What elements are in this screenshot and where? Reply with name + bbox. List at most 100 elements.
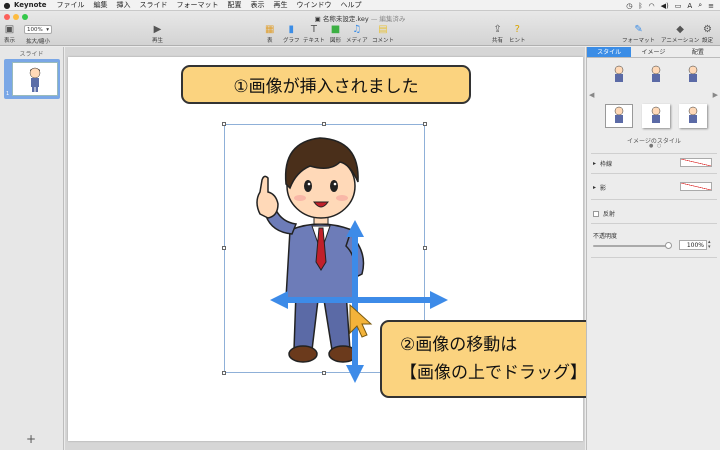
table-label: 表 <box>266 38 273 44</box>
resize-handle-top-left[interactable] <box>222 122 226 126</box>
image-style-1[interactable] <box>605 63 633 87</box>
menu-view[interactable]: 表示 <box>251 0 265 10</box>
share-icon: ⇪ <box>493 23 502 35</box>
view-label: 表示 <box>4 38 16 44</box>
battery-icon[interactable]: ▭ <box>675 2 682 10</box>
text-label: テキスト <box>303 38 325 44</box>
menu-edit[interactable]: 編集 <box>94 0 108 10</box>
input-method-icon[interactable]: A <box>687 2 692 10</box>
image-style-5[interactable] <box>641 104 670 128</box>
paintbrush-icon: ✎ <box>634 23 643 35</box>
menu-file[interactable]: ファイル <box>57 0 85 10</box>
animate-icon: ◆ <box>676 23 684 35</box>
shadow-row[interactable]: ▸ 影 <box>593 183 606 192</box>
time-machine-icon[interactable]: ◷ <box>626 2 632 10</box>
play-label: 再生 <box>152 38 164 44</box>
chart-icon: ▮ <box>288 23 295 35</box>
notification-icon[interactable]: ≡ <box>708 2 714 10</box>
zoom-value: 100% <box>27 26 43 33</box>
opacity-slider[interactable] <box>593 242 672 249</box>
menu-insert[interactable]: 挿入 <box>117 0 131 10</box>
resize-handle-bottom-left[interactable] <box>222 371 226 375</box>
media-icon: ♫ <box>352 23 362 35</box>
opacity-row: 不透明度 <box>593 231 617 240</box>
media-label: メディア <box>346 38 368 44</box>
divider <box>591 153 717 154</box>
spotlight-icon[interactable]: ⌕ <box>698 1 702 10</box>
divider <box>591 199 717 200</box>
shape-button[interactable]: ■ 図形 <box>330 22 341 45</box>
callout-image-inserted-text: ①画像が挿入されました <box>233 77 419 97</box>
comment-button[interactable]: ▤ コメント <box>372 22 394 45</box>
volume-icon[interactable]: ◀) <box>661 2 669 10</box>
shadow-label: 影 <box>600 185 607 192</box>
share-button[interactable]: ⇪ 共有 <box>492 22 504 45</box>
format-button[interactable]: ✎ フォーマット <box>622 22 656 45</box>
opacity-stepper[interactable]: ▴ ▾ <box>708 240 711 250</box>
tips-label: ヒント <box>509 38 526 44</box>
border-color-swatch[interactable] <box>680 158 712 167</box>
text-icon: T <box>310 23 317 35</box>
image-style-6[interactable] <box>678 104 707 128</box>
slide-navigator-header: スライド <box>19 51 44 58</box>
opacity-label: 不透明度 <box>593 233 618 240</box>
page-indicator[interactable]: ● ○ <box>649 143 662 149</box>
window-toolbar: ▣ 名称未設定.key — 編集済み ▣ 表示 100% ▾ 拡大/縮小 ▶ 再… <box>0 11 720 46</box>
reflection-checkbox[interactable] <box>593 210 599 217</box>
reflection-row[interactable]: 反射 <box>593 209 615 218</box>
tips-icon: ? <box>514 23 520 35</box>
document-button[interactable]: ⚙ 設定 <box>702 22 714 45</box>
resize-handle-left[interactable] <box>222 246 226 250</box>
animate-label: アニメーション <box>661 38 700 44</box>
zoom-label: 拡大/縮小 <box>26 39 50 45</box>
resize-handle-top-right[interactable] <box>423 122 427 126</box>
share-label: 共有 <box>492 38 504 44</box>
chart-button[interactable]: ▮ グラフ <box>283 22 300 45</box>
view-button[interactable]: ▣ 表示 <box>4 22 16 45</box>
bluetooth-icon[interactable]: ᛒ <box>638 2 642 10</box>
shadow-color-swatch[interactable] <box>680 182 712 191</box>
divider <box>591 173 717 174</box>
chevron-left-icon[interactable]: ◀ <box>589 91 594 99</box>
add-slide-button[interactable]: + <box>26 432 36 446</box>
disclosure-triangle-icon[interactable]: ▸ <box>593 184 596 191</box>
opacity-slider-knob[interactable] <box>665 242 672 249</box>
image-style-2[interactable] <box>642 63 670 87</box>
format-inspector: スタイル イメージ 配置 ◀ ▶ イメージのスタイル ● ○ ▸ 枠線 ▸ 影 … <box>586 47 720 450</box>
menu-play[interactable]: 再生 <box>274 0 288 10</box>
gear-icon: ⚙ <box>703 23 712 35</box>
menu-format[interactable]: フォーマット <box>177 0 219 10</box>
zoom-select[interactable]: 100% ▾ <box>24 25 52 34</box>
play-icon: ▶ <box>153 23 162 35</box>
reflection-label: 反射 <box>603 211 616 218</box>
tab-arrange[interactable]: 配置 <box>675 47 720 58</box>
menu-help[interactable]: ヘルプ <box>341 0 362 10</box>
menu-arrange[interactable]: 配置 <box>228 0 242 10</box>
menu-slide[interactable]: スライド <box>140 0 168 10</box>
animate-button[interactable]: ◆ アニメーション <box>661 22 700 45</box>
text-button[interactable]: T テキスト <box>303 22 325 45</box>
apple-menu-icon[interactable]: ● <box>0 1 14 10</box>
disclosure-triangle-icon[interactable]: ▸ <box>593 160 596 167</box>
border-row[interactable]: ▸ 枠線 <box>593 159 612 168</box>
status-icons: ◷ ᛒ ◠ ◀) ▭ A ⌕ ≡ <box>626 0 714 11</box>
table-button[interactable]: ▦ 表 <box>265 22 274 45</box>
tab-image[interactable]: イメージ <box>631 47 676 58</box>
menu-window[interactable]: ウインドウ <box>297 0 332 10</box>
image-style-3[interactable] <box>679 63 707 87</box>
divider <box>591 223 717 224</box>
document-label: 設定 <box>702 38 714 44</box>
tab-style[interactable]: スタイル <box>587 47 632 58</box>
menu-app-name[interactable]: Keynote <box>14 1 47 9</box>
zoom-control[interactable]: 100% ▾ 拡大/縮小 <box>24 23 52 45</box>
chevron-right-icon[interactable]: ▶ <box>713 91 718 99</box>
callout-image-inserted[interactable]: ①画像が挿入されました <box>181 65 471 104</box>
wifi-icon[interactable]: ◠ <box>649 2 655 10</box>
play-button[interactable]: ▶ 再生 <box>152 22 164 45</box>
media-button[interactable]: ♫ メディア <box>346 22 368 45</box>
tips-button[interactable]: ? ヒント <box>509 22 526 45</box>
slide-thumbnail-1[interactable]: 1 <box>4 59 60 99</box>
format-label: フォーマット <box>622 38 656 44</box>
image-style-4[interactable] <box>605 104 634 128</box>
opacity-input[interactable]: 100% <box>679 240 707 250</box>
